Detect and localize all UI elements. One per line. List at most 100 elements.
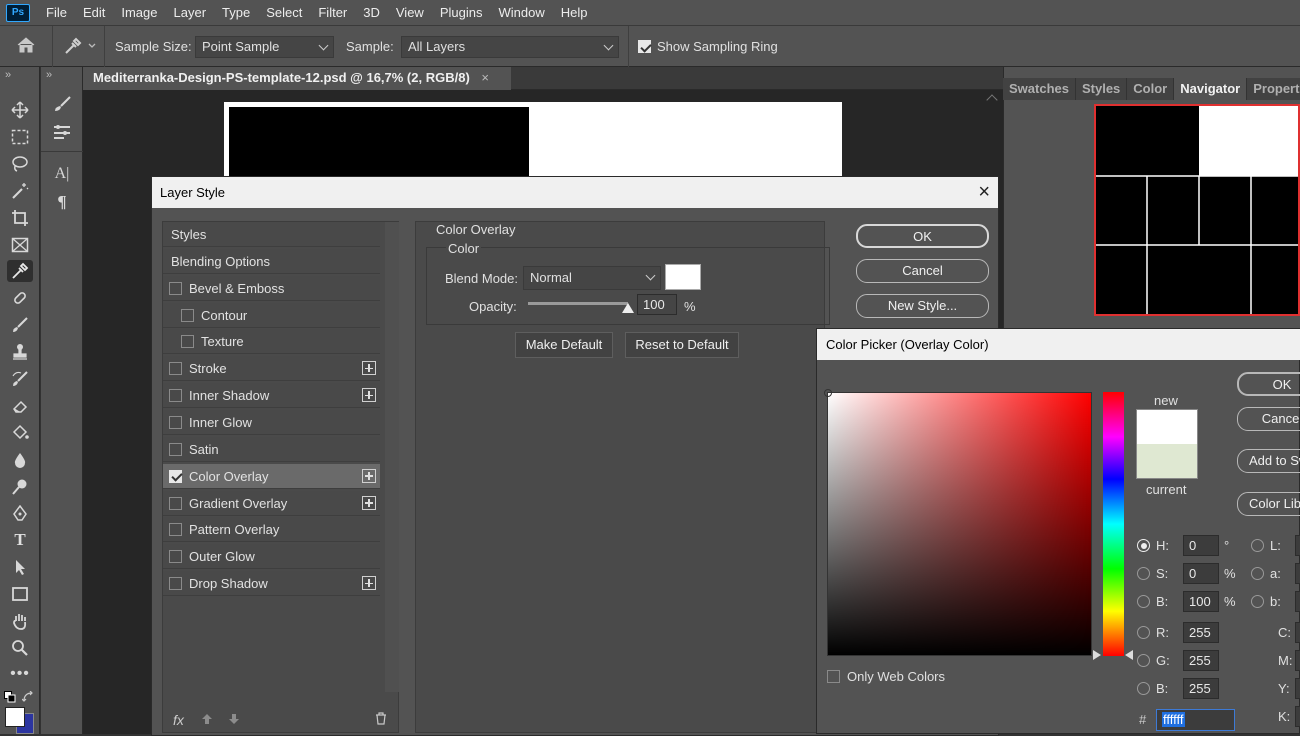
eyedropper-preset-icon[interactable] xyxy=(63,36,97,59)
cancel-button[interactable]: Cancel xyxy=(856,259,989,283)
hsb-field[interactable]: 0 xyxy=(1183,563,1219,584)
menu-layer[interactable]: Layer xyxy=(166,0,215,25)
crop-tool-icon[interactable] xyxy=(7,207,33,229)
style-checkbox[interactable] xyxy=(169,442,182,456)
panel-tab-styles[interactable]: Styles xyxy=(1076,78,1128,100)
style-checkbox[interactable] xyxy=(181,335,194,349)
cmyk-field[interactable] xyxy=(1295,622,1300,643)
style-item-color-overlay[interactable]: Color Overlay xyxy=(163,463,380,489)
pen-tool-icon[interactable] xyxy=(7,503,33,525)
style-item-contour[interactable]: Contour xyxy=(163,302,380,328)
blur-tool-icon[interactable] xyxy=(7,449,33,471)
color-field-cursor[interactable] xyxy=(824,389,832,397)
menu-type[interactable]: Type xyxy=(214,0,258,25)
add-effect-icon[interactable] xyxy=(362,495,376,510)
style-item-styles[interactable]: Styles xyxy=(163,222,380,247)
style-item-blending-options[interactable]: Blending Options xyxy=(163,248,380,274)
menu-filter[interactable]: Filter xyxy=(310,0,355,25)
cmyk-field[interactable] xyxy=(1295,678,1300,699)
opacity-field[interactable]: 100 xyxy=(637,294,677,315)
close-icon[interactable]: × xyxy=(481,70,489,85)
frame-tool-icon[interactable] xyxy=(7,234,33,256)
zoom-tool-icon[interactable] xyxy=(7,637,33,659)
magic-wand-tool-icon[interactable] xyxy=(7,180,33,202)
blend-mode-dropdown[interactable]: Normal xyxy=(523,266,661,290)
style-checkbox[interactable] xyxy=(169,550,182,564)
overlay-color-swatch[interactable] xyxy=(665,264,701,290)
menu-plugins[interactable]: Plugins xyxy=(432,0,491,25)
lab-radio[interactable] xyxy=(1251,539,1264,552)
healing-brush-tool-icon[interactable] xyxy=(7,287,33,309)
ok-button[interactable]: OK xyxy=(856,224,989,248)
brushes-panel-icon[interactable] xyxy=(49,121,75,143)
history-brush-tool-icon[interactable] xyxy=(7,368,33,390)
style-checkbox[interactable] xyxy=(169,281,182,295)
add-to-swatches-button[interactable]: Add to Swatches xyxy=(1237,449,1300,473)
path-selection-tool-icon[interactable] xyxy=(7,556,33,578)
color-libraries-button[interactable]: Color Libraries xyxy=(1237,492,1300,516)
lasso-tool-icon[interactable] xyxy=(7,153,33,175)
dodge-tool-icon[interactable] xyxy=(7,476,33,498)
style-checkbox[interactable] xyxy=(169,523,182,537)
style-item-bevel-emboss[interactable]: Bevel & Emboss xyxy=(163,275,380,301)
style-checkbox[interactable] xyxy=(169,415,182,429)
panel-tab-swatches[interactable]: Swatches xyxy=(1003,78,1076,100)
menu-3d[interactable]: 3D xyxy=(355,0,388,25)
only-web-colors-checkbox[interactable] xyxy=(827,670,840,683)
hsb-radio[interactable] xyxy=(1137,539,1150,552)
menu-edit[interactable]: Edit xyxy=(75,0,113,25)
rgb-radio[interactable] xyxy=(1137,682,1150,695)
picker-ok-button[interactable]: OK xyxy=(1237,372,1300,396)
marquee-tool-icon[interactable] xyxy=(7,126,33,148)
style-item-inner-glow[interactable]: Inner Glow xyxy=(163,409,380,435)
add-effect-icon[interactable] xyxy=(362,576,376,591)
foreground-color-swatch[interactable] xyxy=(5,707,25,727)
panel-tab-navigator[interactable]: Navigator xyxy=(1174,78,1248,100)
move-up-icon[interactable] xyxy=(201,713,213,728)
eraser-tool-icon[interactable] xyxy=(7,395,33,417)
menu-file[interactable]: File xyxy=(38,0,75,25)
menu-help[interactable]: Help xyxy=(553,0,596,25)
hex-field[interactable]: ffffff xyxy=(1156,709,1235,731)
close-icon[interactable]: × xyxy=(978,177,990,208)
swap-colors-icon[interactable] xyxy=(21,690,34,706)
document-tab[interactable]: Mediterranka-Design-PS-template-12.psd @… xyxy=(83,67,511,90)
style-item-texture[interactable]: Texture xyxy=(163,329,380,355)
style-item-outer-glow[interactable]: Outer Glow xyxy=(163,544,380,570)
reset-to-default-button[interactable]: Reset to Default xyxy=(625,332,739,358)
saturation-brightness-field[interactable] xyxy=(824,389,1092,656)
hue-slider-right-arrow[interactable] xyxy=(1125,650,1133,660)
opacity-slider-thumb[interactable] xyxy=(622,303,634,313)
style-item-pattern-overlay[interactable]: Pattern Overlay xyxy=(163,517,380,543)
rgb-field[interactable]: 255 xyxy=(1183,678,1219,699)
sample-dropdown[interactable]: All Layers xyxy=(401,36,619,58)
brush-tool-icon[interactable] xyxy=(7,314,33,336)
more-tools-icon[interactable]: ••• xyxy=(7,663,33,685)
rgb-radio[interactable] xyxy=(1137,654,1150,667)
style-checkbox[interactable] xyxy=(181,308,194,322)
scroll-up-icon[interactable] xyxy=(986,94,998,106)
brush-settings-icon[interactable] xyxy=(49,93,75,115)
default-colors-icon[interactable] xyxy=(4,691,16,706)
rgb-radio[interactable] xyxy=(1137,626,1150,639)
paint-bucket-tool-icon[interactable] xyxy=(7,422,33,444)
style-item-satin[interactable]: Satin xyxy=(163,436,380,462)
style-item-inner-shadow[interactable]: Inner Shadow xyxy=(163,383,380,409)
make-default-button[interactable]: Make Default xyxy=(515,332,613,358)
style-item-drop-shadow[interactable]: Drop Shadow xyxy=(163,571,380,597)
hue-slider[interactable] xyxy=(1103,392,1124,656)
home-icon[interactable] xyxy=(16,36,36,57)
new-style-button[interactable]: New Style... xyxy=(856,294,989,318)
picker-cancel-button[interactable]: Cancel xyxy=(1237,407,1300,431)
hand-tool-icon[interactable] xyxy=(7,610,33,632)
lab-field[interactable] xyxy=(1295,591,1300,612)
cmyk-field[interactable] xyxy=(1295,650,1300,671)
move-down-icon[interactable] xyxy=(228,713,240,728)
style-checkbox[interactable] xyxy=(169,577,182,591)
lab-radio[interactable] xyxy=(1251,595,1264,608)
panel-tab-properties[interactable]: Properties xyxy=(1247,78,1300,100)
paragraph-panel-icon[interactable]: ¶ xyxy=(49,191,75,213)
style-item-gradient-overlay[interactable]: Gradient Overlay xyxy=(163,490,380,516)
rgb-field[interactable]: 255 xyxy=(1183,622,1219,643)
opacity-slider[interactable] xyxy=(528,302,628,305)
